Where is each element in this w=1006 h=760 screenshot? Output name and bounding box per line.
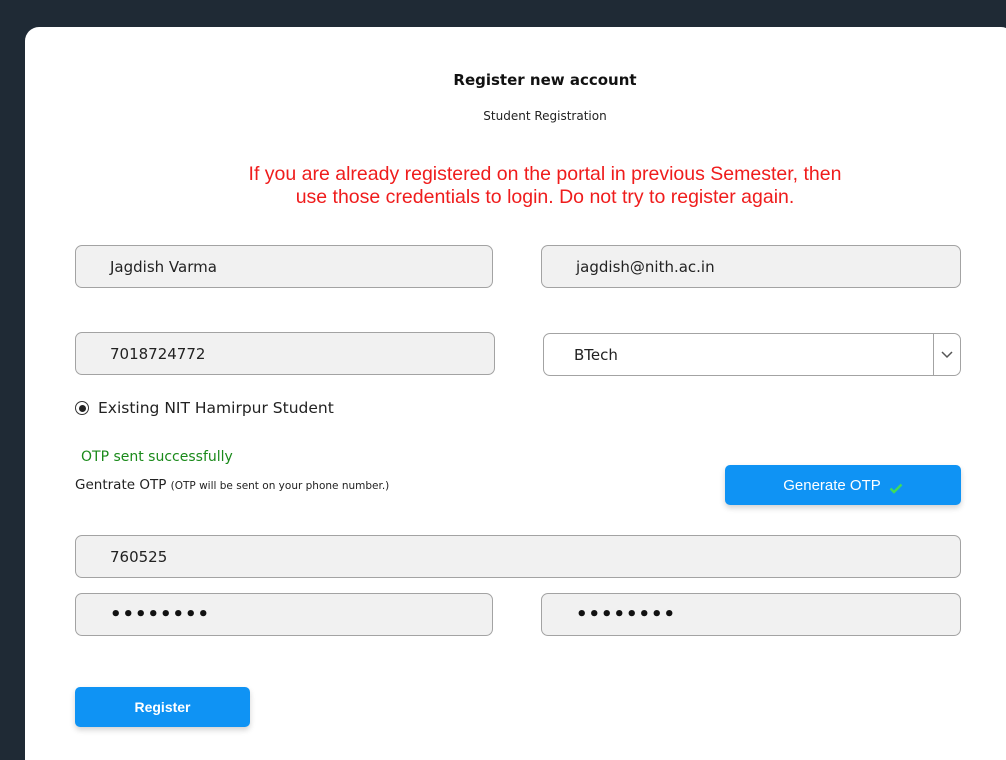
register-label: Register: [134, 699, 191, 715]
program-select[interactable]: BTech: [543, 333, 961, 376]
confirm-password-input[interactable]: ••••••••: [541, 593, 961, 636]
name-input[interactable]: Jagdish Varma: [75, 245, 493, 288]
student-type-option[interactable]: Existing NIT Hamirpur Student: [75, 399, 334, 417]
password-input[interactable]: ••••••••: [75, 593, 493, 636]
email-input[interactable]: jagdish@nith.ac.in: [541, 245, 961, 288]
phone-input[interactable]: 7018724772: [75, 332, 495, 375]
phone-value: 7018724772: [110, 344, 206, 363]
radio-selected-icon[interactable]: [75, 401, 89, 415]
register-button[interactable]: Register: [75, 687, 250, 727]
otp-label-text: Gentrate OTP: [75, 477, 167, 493]
email-value: jagdish@nith.ac.in: [576, 257, 715, 276]
registration-warning: If you are already registered on the por…: [25, 163, 1006, 209]
warning-line-1: If you are already registered on the por…: [248, 163, 842, 185]
otp-input[interactable]: 760525: [75, 535, 961, 578]
chevron-down-icon[interactable]: [933, 334, 960, 375]
otp-hint: (OTP will be sent on your phone number.): [170, 480, 390, 492]
name-value: Jagdish Varma: [110, 257, 217, 276]
check-icon: [889, 481, 903, 498]
generate-otp-button[interactable]: Generate OTP: [725, 465, 961, 505]
registration-card: Register new account Student Registratio…: [25, 27, 1006, 760]
page-subtitle: Student Registration: [483, 109, 607, 123]
otp-label: Gentrate OTP (OTP will be sent on your p…: [75, 477, 389, 493]
password-mask: ••••••••: [110, 604, 211, 625]
confirm-password-mask: ••••••••: [576, 604, 677, 625]
page-title: Register new account: [453, 71, 637, 89]
warning-line-2: use those credentials to login. Do not t…: [295, 186, 795, 208]
generate-otp-label: Generate OTP: [783, 476, 881, 494]
student-type-label: Existing NIT Hamirpur Student: [98, 399, 334, 417]
otp-value: 760525: [110, 547, 168, 566]
program-selected-value: BTech: [574, 345, 618, 364]
otp-status-message: OTP sent successfully: [81, 449, 233, 465]
